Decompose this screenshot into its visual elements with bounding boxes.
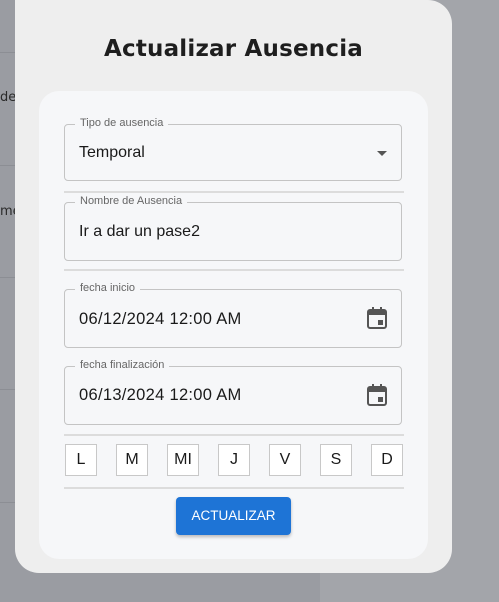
background-divider [0, 389, 15, 390]
absence-type-select[interactable]: Tipo de ausencia Temporal [64, 117, 402, 181]
update-absence-modal: Actualizar Ausencia Tipo de ausencia Tem… [15, 0, 452, 573]
background-divider [0, 52, 15, 53]
absence-type-value: Temporal [79, 144, 145, 161]
day-sabado-toggle[interactable]: S [320, 444, 352, 476]
start-date-value: 06/12/2024 12:00 AM [79, 310, 242, 328]
field-divider [64, 434, 404, 436]
day-domingo-toggle[interactable]: D [371, 444, 403, 476]
absence-name-value: Ir a dar un pase2 [79, 223, 200, 240]
field-divider [64, 487, 404, 489]
absence-type-label: Tipo de ausencia [75, 117, 169, 129]
absence-name-input[interactable]: Nombre de Ausencia Ir a dar un pase2 [64, 195, 402, 261]
calendar-icon[interactable] [367, 384, 387, 406]
day-miercoles-toggle[interactable]: MI [167, 444, 199, 476]
start-date-input[interactable]: fecha inicio 06/12/2024 12:00 AM [64, 282, 402, 348]
day-martes-toggle[interactable]: M [116, 444, 148, 476]
background-divider [0, 277, 15, 278]
background-text: de [0, 90, 17, 105]
day-jueves-toggle[interactable]: J [218, 444, 250, 476]
update-button[interactable]: ACTUALIZAR [176, 497, 291, 535]
day-viernes-toggle[interactable]: V [269, 444, 301, 476]
absence-form: Tipo de ausencia Temporal Nombre de Ause… [39, 91, 428, 559]
start-date-label: fecha inicio [75, 282, 141, 294]
background-divider [0, 165, 15, 166]
field-divider [64, 269, 404, 271]
dropdown-caret-icon[interactable] [377, 151, 387, 156]
end-date-label: fecha finalización [75, 359, 170, 371]
end-date-input[interactable]: fecha finalización 06/13/2024 12:00 AM [64, 359, 402, 425]
absence-name-label: Nombre de Ausencia [75, 195, 188, 207]
end-date-value: 06/13/2024 12:00 AM [79, 386, 242, 404]
day-lunes-toggle[interactable]: L [65, 444, 97, 476]
modal-title: Actualizar Ausencia [103, 36, 364, 62]
calendar-icon[interactable] [367, 307, 387, 329]
field-divider [64, 191, 404, 193]
background-divider [0, 502, 15, 503]
